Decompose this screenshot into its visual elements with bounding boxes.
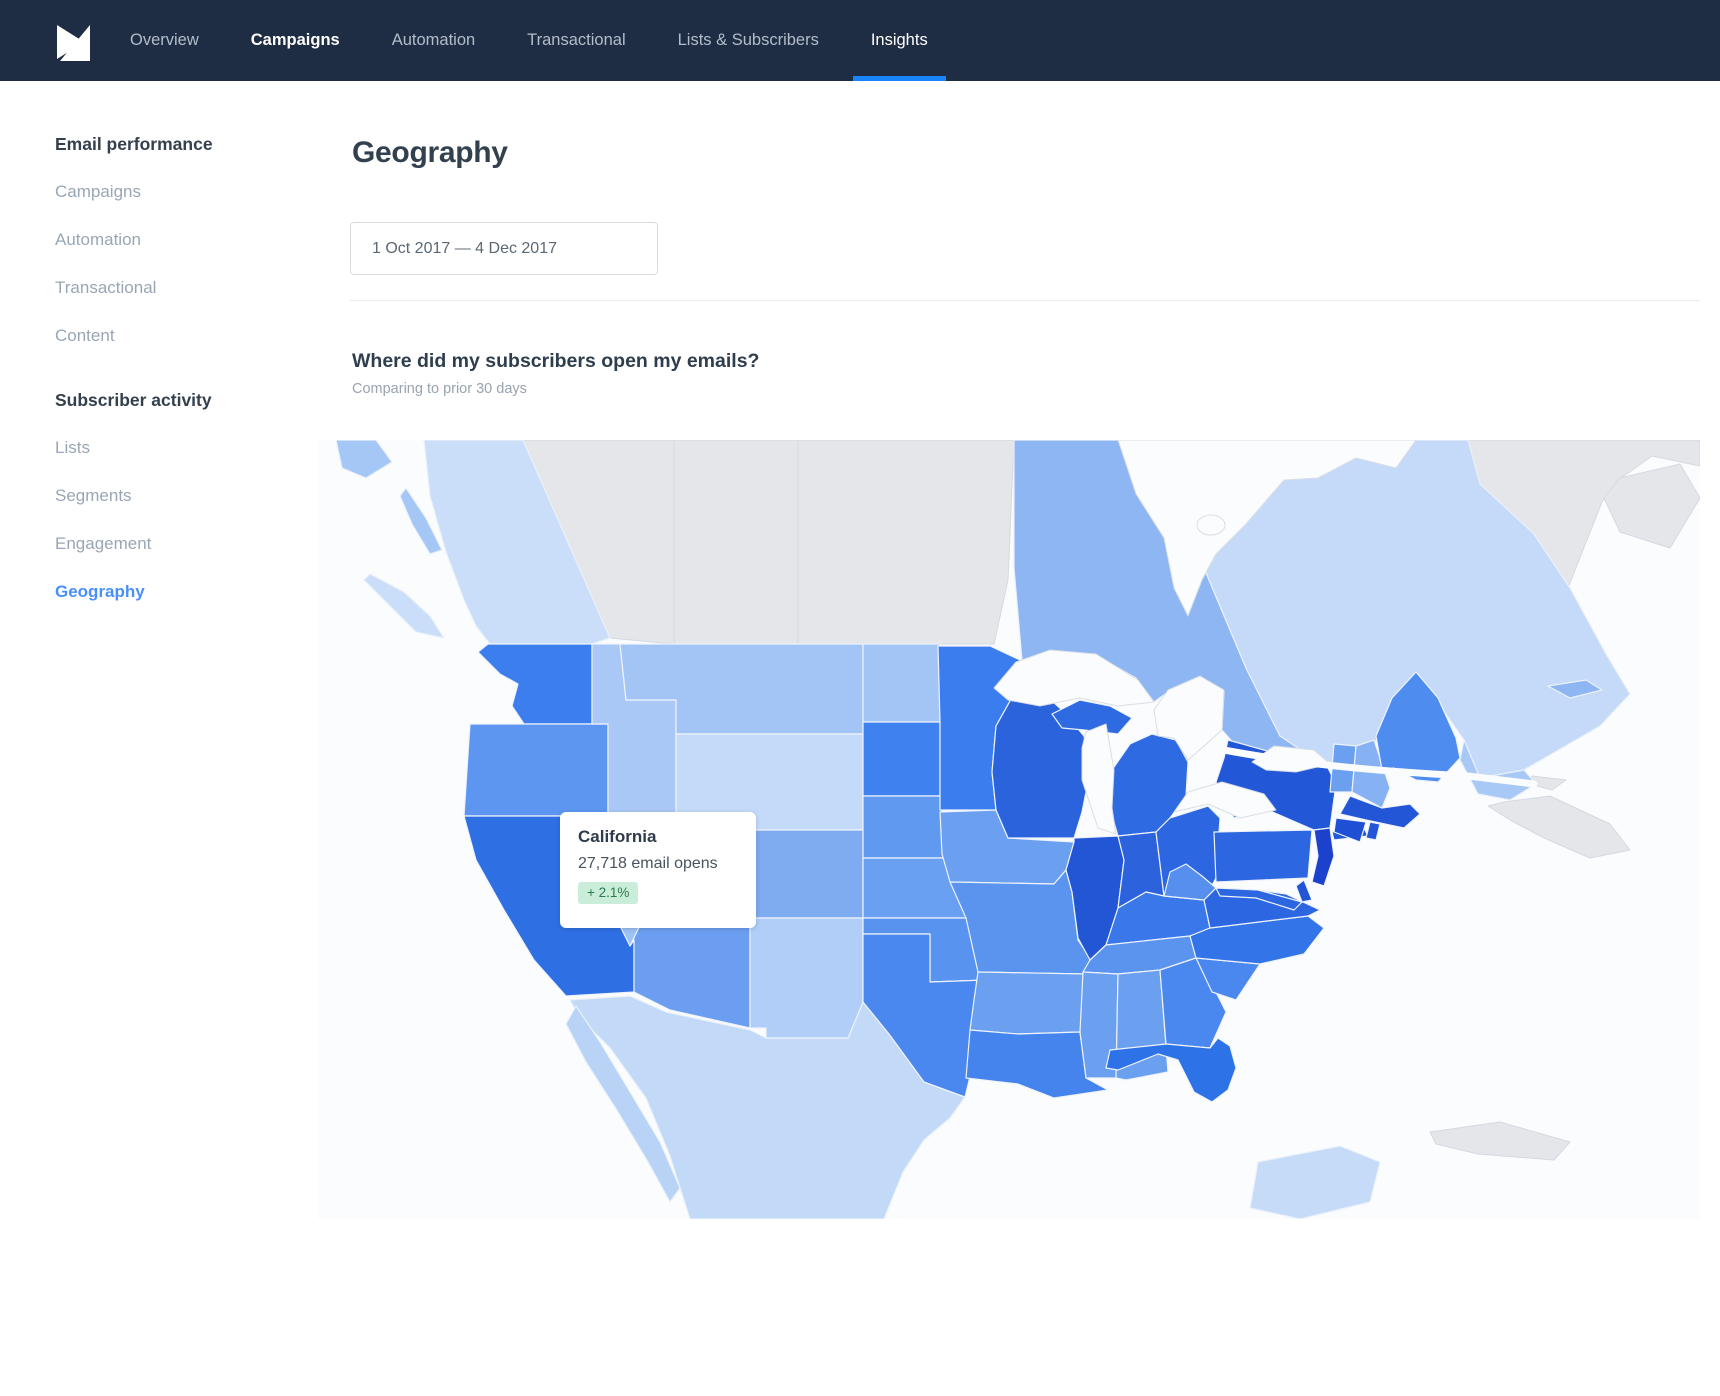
sidebar-item-lists[interactable]: Lists (55, 438, 295, 458)
top-nav: Overview Campaigns Automation Transactio… (0, 0, 1720, 81)
map-region-saskatchewan[interactable] (674, 440, 798, 644)
map-region-pennsylvania[interactable] (1214, 830, 1312, 882)
tooltip-value: 27,718 email opens (578, 855, 738, 873)
tooltip-change-badge: + 2.1% (578, 882, 638, 904)
active-tab-underline (853, 76, 946, 81)
date-range-picker[interactable]: 1 Oct 2017 — 4 Dec 2017 (350, 222, 658, 275)
section-divider (350, 300, 1700, 301)
date-range-value: 1 Oct 2017 — 4 Dec 2017 (372, 240, 557, 258)
map-question-heading: Where did my subscribers open my emails? (352, 350, 759, 373)
nav-item-lists-subscribers[interactable]: Lists & Subscribers (678, 0, 819, 81)
sidebar-item-content[interactable]: Content (55, 326, 295, 346)
sidebar-item-automation[interactable]: Automation (55, 230, 295, 250)
page-title: Geography (352, 136, 508, 170)
sidebar-item-campaigns[interactable]: Campaigns (55, 182, 295, 202)
nav-item-overview[interactable]: Overview (130, 0, 199, 81)
sidebar-heading-subscriber-activity: Subscriber activity (55, 390, 295, 411)
sidebar-item-segments[interactable]: Segments (55, 486, 295, 506)
sidebar: Email performance Campaigns Automation T… (55, 134, 295, 630)
geography-choropleth-map (318, 440, 1700, 1219)
map-region-new-mexico[interactable] (750, 918, 863, 1038)
campaign-monitor-logo-icon[interactable] (56, 22, 94, 60)
nav-item-campaigns[interactable]: Campaigns (251, 0, 340, 81)
sidebar-item-geography[interactable]: Geography (55, 582, 295, 602)
map-region-arkansas[interactable] (970, 972, 1086, 1034)
sidebar-item-engagement[interactable]: Engagement (55, 534, 295, 554)
map-region-colorado[interactable] (750, 830, 863, 918)
map-region-oregon[interactable] (464, 724, 608, 816)
tooltip-region-name: California (578, 827, 738, 847)
logo-mark-icon (57, 21, 93, 61)
map-region-manitoba[interactable] (798, 440, 1014, 644)
sidebar-heading-email-performance: Email performance (55, 134, 295, 155)
map-region-north-dakota[interactable] (863, 644, 940, 722)
nav-item-insights-label: Insights (871, 31, 928, 50)
page: Overview Campaigns Automation Transactio… (0, 0, 1720, 1396)
lake-winnipeg (1197, 515, 1225, 535)
comparison-note: Comparing to prior 30 days (352, 381, 527, 397)
map-region-south-dakota[interactable] (863, 722, 940, 796)
sidebar-item-transactional[interactable]: Transactional (55, 278, 295, 298)
nav-item-insights[interactable]: Insights (871, 0, 928, 81)
nav-item-automation[interactable]: Automation (392, 0, 475, 81)
map-tooltip: California 27,718 email opens + 2.1% (560, 812, 756, 928)
nav-item-transactional[interactable]: Transactional (527, 0, 625, 81)
nav-items: Overview Campaigns Automation Transactio… (130, 0, 928, 81)
